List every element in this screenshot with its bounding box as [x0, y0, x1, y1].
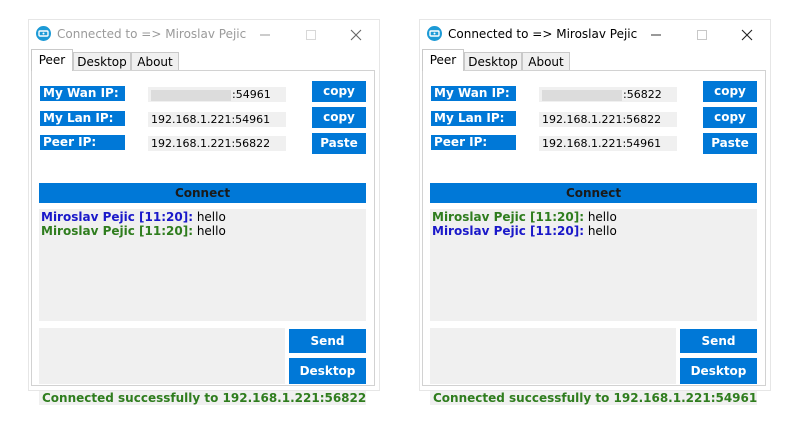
chat-text: hello: [193, 210, 226, 224]
window-title: Connected to => Miroslav Pejic: [448, 27, 638, 41]
connect-button[interactable]: Connect: [430, 183, 757, 203]
wan-ip-field[interactable]: :54961: [148, 87, 286, 102]
tab-desktop[interactable]: Desktop: [464, 52, 522, 71]
chat-sender: Miroslav Pejic [11:20]:: [432, 210, 584, 224]
chat-message: Miroslav Pejic [11:20]: hello: [41, 210, 364, 224]
minimize-icon: [260, 34, 270, 36]
minimize-button[interactable]: [242, 20, 288, 50]
redacted-ip: [151, 89, 231, 101]
chat-message: Miroslav Pejic [11:20]: hello: [432, 210, 755, 224]
app-icon: [427, 26, 442, 41]
minimize-icon: [651, 34, 661, 36]
maximize-button[interactable]: [288, 20, 334, 50]
lan-ip-field[interactable]: 192.168.1.221:54961: [148, 112, 286, 127]
peer-ip-field[interactable]: 192.168.1.221:56822: [148, 136, 286, 151]
message-input[interactable]: [430, 328, 676, 384]
peer-panel: My Wan IP: :54961 copy My Lan IP: 192.16…: [31, 70, 375, 405]
connect-button[interactable]: Connect: [39, 183, 366, 203]
desktop-button[interactable]: Desktop: [680, 358, 757, 384]
chat-sender: Miroslav Pejic [11:20]:: [41, 210, 193, 224]
tab-about[interactable]: About: [131, 52, 179, 71]
tab-peer[interactable]: Peer: [422, 49, 464, 71]
chat-text: hello: [584, 224, 617, 238]
app-icon: [36, 26, 51, 41]
lan-ip-label: My Lan IP:: [40, 111, 125, 126]
chat-text: hello: [193, 224, 226, 238]
wan-port: :54961: [232, 88, 271, 101]
lan-ip-field[interactable]: 192.168.1.221:56822: [539, 112, 677, 127]
send-button[interactable]: Send: [289, 329, 366, 353]
maximize-icon: [306, 30, 316, 40]
chat-text: hello: [584, 210, 617, 224]
close-icon: [741, 29, 753, 41]
minimize-button[interactable]: [633, 20, 679, 50]
window-title: Connected to => Miroslav Pejic: [57, 27, 247, 41]
wan-ip-field[interactable]: :56822: [539, 87, 677, 102]
chat-log[interactable]: Miroslav Pejic [11:20]: hello Miroslav P…: [430, 209, 757, 321]
chat-sender: Miroslav Pejic [11:20]:: [41, 224, 193, 238]
status-bar: Connected successfully to 192.168.1.221:…: [430, 391, 757, 405]
chat-window-right: Connected to => Miroslav Pejic Peer Desk…: [420, 20, 770, 405]
chat-sender: Miroslav Pejic [11:20]:: [432, 224, 584, 238]
title-bar[interactable]: Connected to => Miroslav Pejic: [420, 20, 770, 50]
copy-lan-button[interactable]: copy: [703, 107, 757, 128]
paste-button[interactable]: Paste: [312, 133, 366, 154]
tab-peer[interactable]: Peer: [31, 49, 73, 71]
chat-message: Miroslav Pejic [11:20]: hello: [432, 224, 755, 238]
title-bar[interactable]: Connected to => Miroslav Pejic: [29, 20, 379, 50]
copy-wan-button[interactable]: copy: [703, 81, 757, 102]
send-button[interactable]: Send: [680, 329, 757, 353]
status-bar: Connected successfully to 192.168.1.221:…: [39, 391, 366, 405]
maximize-icon: [697, 30, 707, 40]
close-button[interactable]: [724, 20, 770, 50]
peer-ip-field[interactable]: 192.168.1.221:54961: [539, 136, 677, 151]
wan-ip-label: My Wan IP:: [40, 86, 125, 101]
peer-ip-label: Peer IP:: [431, 135, 516, 150]
peer-panel: My Wan IP: :56822 copy My Lan IP: 192.16…: [422, 70, 766, 405]
wan-ip-label: My Wan IP:: [431, 86, 516, 101]
close-icon: [350, 29, 362, 41]
wan-port: :56822: [623, 88, 662, 101]
redacted-ip: [542, 89, 622, 101]
chat-message: Miroslav Pejic [11:20]: hello: [41, 224, 364, 238]
message-input[interactable]: [39, 328, 285, 384]
copy-wan-button[interactable]: copy: [312, 81, 366, 102]
close-button[interactable]: [333, 20, 379, 50]
peer-ip-label: Peer IP:: [40, 135, 125, 150]
tab-about[interactable]: About: [522, 52, 570, 71]
copy-lan-button[interactable]: copy: [312, 107, 366, 128]
maximize-button[interactable]: [679, 20, 725, 50]
desktop-button[interactable]: Desktop: [289, 358, 366, 384]
paste-button[interactable]: Paste: [703, 133, 757, 154]
chat-window-left: Connected to => Miroslav Pejic Peer Desk…: [29, 20, 379, 405]
tab-desktop[interactable]: Desktop: [73, 52, 131, 71]
lan-ip-label: My Lan IP:: [431, 111, 516, 126]
chat-log[interactable]: Miroslav Pejic [11:20]: hello Miroslav P…: [39, 209, 366, 321]
